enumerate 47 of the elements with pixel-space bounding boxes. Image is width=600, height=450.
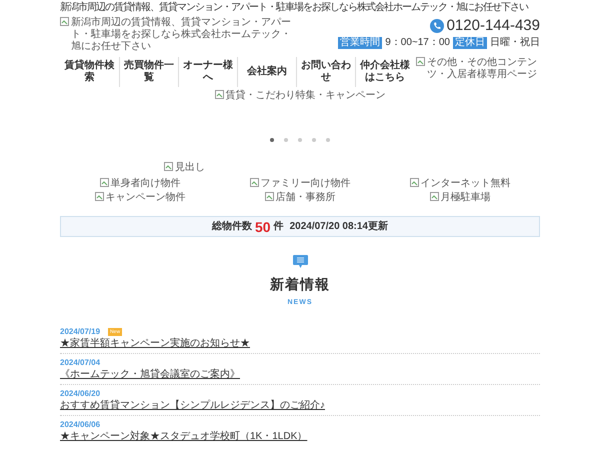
nav-link[interactable]: 仲介会社様はこちら: [355, 57, 414, 87]
image-alt-text: 新潟市周辺の賃貸情報、賃貸マンション・アパート・駐車場をお探しなら株式会社ホームテック・旭にお任せ下さい: [71, 17, 292, 53]
phone-icon: [430, 18, 444, 32]
count-label: 総物件数: [212, 220, 252, 234]
image-alt-text: その他・その他コンテンツ・入居者様専用ページ: [427, 57, 538, 81]
broken-image-icon: [250, 178, 258, 187]
nav-link[interactable]: 会社案内: [237, 57, 296, 87]
news-date: 2024/07/19: [60, 326, 100, 337]
count-number: 50: [255, 220, 271, 234]
broken-image-icon: [60, 17, 69, 26]
news-link[interactable]: おすすめ賃貸マンション【シンプルレジデンス】のご紹介♪: [60, 400, 540, 412]
broken-image-icon: [410, 178, 418, 187]
image-alt-text: 店舗・事務所: [276, 192, 336, 204]
nav-link[interactable]: 賃貸物件検索: [60, 57, 119, 87]
broken-image-icon: [264, 192, 274, 201]
broken-image-icon: [164, 162, 173, 171]
image-alt-text: 見出し: [175, 162, 205, 174]
news-date: 2024/06/20: [60, 388, 100, 399]
image-alt-text: 単身者向け物件: [110, 178, 180, 190]
image-alt-text: インターネット無料: [420, 178, 510, 190]
update-time: 2024/07/20 08:14更新: [290, 219, 388, 234]
news-link[interactable]: 《ホームテック・旭貸会議室のご案内》: [60, 369, 540, 381]
hours-text: 日曜・祝日: [490, 37, 540, 49]
nav-link[interactable]: 売買物件一覧: [119, 57, 178, 87]
image-alt-text: キャンペーン物件: [106, 192, 186, 204]
hours-badge: 定休日: [453, 37, 487, 49]
news-link[interactable]: ★キャンペーン対象★スタデュオ学校町（1K・1LDK）: [60, 431, 540, 443]
broken-image-icon: [416, 57, 425, 66]
count-unit: 件: [274, 220, 284, 234]
hours-text: 9：00~17：00: [385, 37, 450, 49]
nav-link[interactable]: お問い合わせ: [296, 57, 355, 87]
site-tagline: 新潟市周辺の賃貸情報、賃貸マンション・アパート・駐車場をお探しなら株式会社ホームテック・旭にお任せ下さい: [60, 0, 528, 14]
broken-image-icon: [94, 192, 104, 201]
broken-image-icon: [100, 178, 108, 187]
news-date: 2024/07/04: [60, 357, 100, 368]
broken-image-icon: [214, 90, 224, 99]
nav-link[interactable]: オーナー様へ: [178, 57, 237, 87]
phone-number[interactable]: 0120-144-439: [446, 17, 540, 34]
speech-bubble-icon: [292, 255, 308, 268]
image-alt-text: 月極駐車場: [440, 192, 490, 204]
news-title: 新着情報: [270, 276, 330, 292]
image-alt-text: 賃貸・こだわり特集・キャンペーン: [226, 90, 386, 102]
news-link[interactable]: ★家賃半額キャンペーン実施のお知らせ★: [60, 338, 540, 350]
broken-image-icon: [430, 192, 438, 201]
news-date: 2024/06/06: [60, 419, 100, 430]
hours-badge: 営業時間: [338, 37, 382, 49]
image-alt-text: ファミリー向け物件: [260, 178, 350, 190]
